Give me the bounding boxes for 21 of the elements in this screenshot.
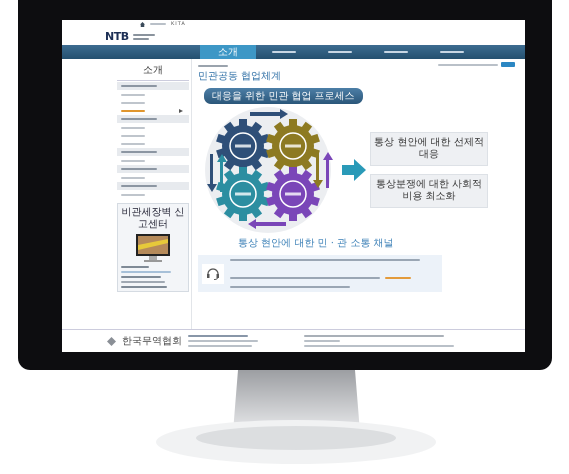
home-icon (140, 22, 145, 26)
sidebar-heading[interactable] (117, 82, 189, 90)
outcome-box: 통상분쟁에 대한 사회적 비용 최소화 (370, 174, 488, 208)
sidebar-heading[interactable] (117, 182, 189, 190)
outcome-box: 통상 현안에 대한 선제적 대응 (370, 132, 488, 166)
page-title: 민관공동 협업체계 (198, 70, 282, 83)
sidebar-title: 소개 (117, 59, 189, 81)
sidebar-heading[interactable] (117, 115, 189, 123)
site-logo[interactable]: NTB (105, 30, 129, 43)
location-badge (501, 62, 515, 67)
arrow-icon (342, 159, 366, 181)
monitor-icon (135, 233, 171, 263)
organization-name: 한국무역협회 (122, 335, 182, 348)
headset-icon (206, 268, 220, 280)
process-label: 대응을 위한 민관 협업 프로세스 (204, 88, 363, 104)
panel-title: 비관세장벽 신고센터 (121, 207, 185, 230)
diagram-caption: 통상 현안에 대한 민 · 관 소통 채널 (238, 237, 394, 250)
caret-icon (179, 108, 183, 112)
sidebar-heading[interactable] (117, 148, 189, 156)
sidebar-heading[interactable] (117, 165, 189, 173)
organization-logo-icon (107, 336, 116, 346)
